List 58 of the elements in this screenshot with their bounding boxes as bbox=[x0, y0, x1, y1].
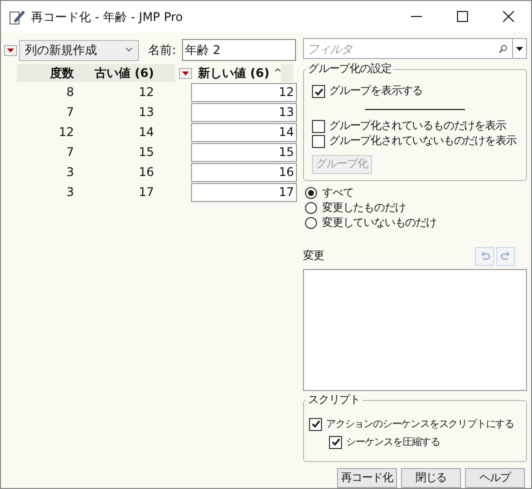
radio-label: 変更していないものだけ bbox=[322, 214, 436, 231]
checkbox[interactable] bbox=[329, 436, 342, 449]
close-icon bbox=[502, 11, 514, 22]
maximize-icon bbox=[456, 11, 468, 22]
name-field[interactable]: 年齢 2 bbox=[182, 39, 296, 61]
dialog-button[interactable]: 閉じる bbox=[401, 468, 461, 488]
group-settings-title: グループ化の設定 bbox=[306, 62, 394, 76]
new-value-field[interactable]: 15 bbox=[191, 142, 297, 162]
radio-label: 変更したものだけ bbox=[322, 200, 406, 216]
old-value-cell-text: 13 bbox=[138, 104, 154, 121]
old-value-cell-text: 17 bbox=[138, 184, 154, 201]
old-value-cell-text: 16 bbox=[138, 164, 154, 181]
count-cell-text: 7 bbox=[65, 144, 74, 161]
column-header: 新しい値 (6) ^ bbox=[175, 64, 281, 82]
checkbox[interactable] bbox=[312, 135, 325, 148]
radio-label: すべて bbox=[322, 184, 354, 201]
count-cell-text: 3 bbox=[65, 184, 74, 201]
name-label: 名前: bbox=[148, 42, 176, 59]
new-value-field[interactable]: 17 bbox=[191, 182, 297, 202]
checkbox-label: シーケンスを圧縮する bbox=[346, 436, 440, 450]
changes-label: 変更 bbox=[303, 248, 324, 264]
dialog-button[interactable]: 再コード化 bbox=[337, 468, 397, 488]
radio-button[interactable] bbox=[305, 216, 317, 229]
checkbox-label: アクションのシーケンスをスクリプトにする bbox=[326, 418, 514, 432]
changes-list[interactable] bbox=[303, 268, 527, 391]
script-title: スクリプト bbox=[306, 392, 362, 407]
filter-field[interactable]: フィルタ bbox=[303, 38, 527, 59]
radio-button[interactable] bbox=[305, 202, 317, 214]
checkbox-label: グループ化されているものだけを表示 bbox=[329, 118, 506, 134]
filter-input[interactable]: フィルタ bbox=[304, 40, 498, 58]
undo-icon bbox=[478, 250, 490, 262]
checkbox-label: グループ化されていないものだけを表示 bbox=[329, 133, 516, 150]
checkbox[interactable] bbox=[309, 418, 322, 431]
radio-button[interactable] bbox=[305, 186, 317, 199]
checkbox[interactable] bbox=[312, 120, 325, 133]
checkbox[interactable] bbox=[312, 85, 325, 98]
dropdown-arrow-icon[interactable] bbox=[512, 39, 526, 58]
new-value-field[interactable]: 16 bbox=[191, 162, 297, 182]
column-header: 度数 bbox=[49, 65, 74, 82]
old-value-cell-text: 15 bbox=[138, 144, 154, 161]
new-column-dropdown[interactable]: 列の新規作成 bbox=[19, 40, 139, 60]
redo-icon bbox=[500, 250, 512, 262]
checkbox-label: グループを表示する bbox=[329, 83, 423, 100]
column-header: 古い値 (6) bbox=[94, 65, 154, 82]
count-cell-text: 3 bbox=[65, 164, 74, 181]
window-title: 再コード化 - 年齢 - JMP Pro bbox=[31, 8, 183, 26]
dialog-button[interactable]: ヘルプ bbox=[465, 468, 525, 488]
new-value-field[interactable]: 14 bbox=[191, 122, 297, 142]
new-value-field[interactable]: 12 bbox=[191, 82, 297, 102]
chevron-down-icon bbox=[125, 47, 133, 53]
pencil-icon bbox=[9, 8, 25, 24]
count-cell-text: 7 bbox=[65, 104, 74, 121]
count-cell-text: 12 bbox=[58, 124, 74, 141]
old-value-cell-text: 12 bbox=[138, 84, 154, 101]
count-cell-text: 8 bbox=[65, 84, 74, 101]
old-value-cell-text: 14 bbox=[138, 124, 154, 141]
search-icon bbox=[498, 44, 508, 54]
new-value-field[interactable]: 13 bbox=[191, 102, 297, 122]
